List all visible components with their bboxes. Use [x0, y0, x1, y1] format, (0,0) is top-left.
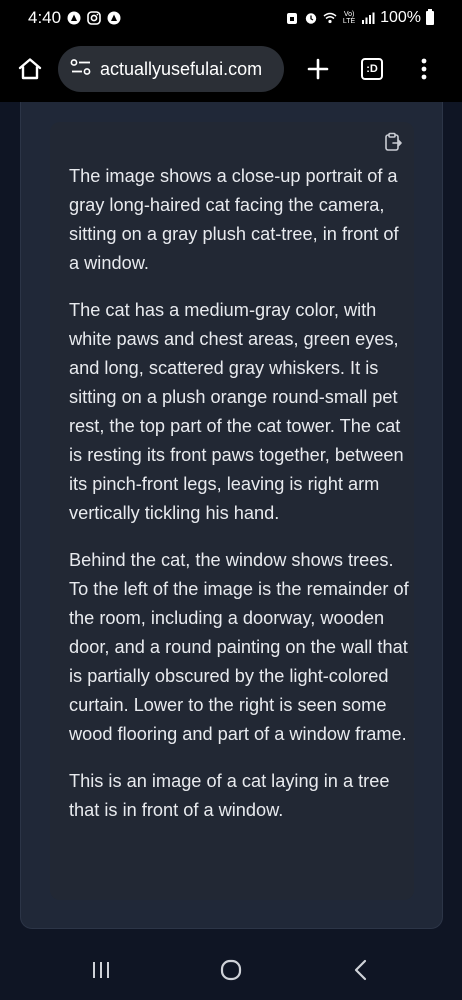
battery-percent: 100% — [380, 9, 421, 26]
new-tab-button[interactable] — [298, 49, 338, 89]
response-text: The image shows a close-up portrait of a… — [69, 162, 409, 843]
paragraph: Behind the cat, the window shows trees. … — [69, 550, 409, 744]
page-content: The image shows a close-up portrait of a… — [0, 102, 462, 944]
menu-icon — [420, 57, 428, 81]
system-nav-bar — [0, 944, 462, 1000]
overflow-menu-button[interactable] — [404, 49, 444, 89]
response-card: The image shows a close-up portrait of a… — [50, 122, 414, 900]
paragraph: The image shows a close-up portrait of a… — [69, 166, 399, 273]
paragraph: This is an image of a cat laying in a tr… — [69, 771, 390, 820]
copy-button[interactable] — [380, 131, 406, 157]
tab-switcher-icon: :D — [361, 58, 383, 80]
instagram-icon — [87, 11, 101, 25]
home-icon — [17, 56, 43, 82]
url-text: actuallyusefulai.com — [100, 58, 263, 79]
status-right: Vo) LTE 100% — [285, 9, 434, 27]
network-type-label: Vo) LTE — [342, 11, 356, 25]
wifi-icon — [323, 11, 337, 25]
browser-toolbar: actuallyusefulai.com :D — [0, 36, 462, 102]
site-settings-icon[interactable] — [70, 58, 92, 81]
status-bar: 4:40 Vo) LTE 100% — [0, 0, 462, 36]
back-button[interactable] — [341, 956, 381, 988]
home-button[interactable] — [10, 49, 50, 89]
vpn-lock-icon — [285, 11, 299, 25]
home-nav-button[interactable] — [211, 956, 251, 988]
signal-icon — [361, 11, 375, 25]
paragraph: The cat has a medium-gray color, with wh… — [69, 300, 404, 523]
home-nav-icon — [219, 958, 243, 987]
notification-app-icon-2 — [107, 11, 121, 25]
tab-switcher-button[interactable]: :D — [352, 49, 392, 89]
address-bar[interactable]: actuallyusefulai.com — [58, 46, 284, 92]
new-tab-icon — [306, 57, 330, 81]
battery-icon — [426, 9, 434, 25]
back-icon — [351, 959, 371, 986]
alarm-icon — [304, 11, 318, 25]
status-left: 4:40 — [28, 8, 121, 28]
clipboard-icon — [382, 131, 404, 158]
recent-apps-icon — [91, 960, 111, 985]
status-time: 4:40 — [28, 8, 62, 27]
recent-apps-button[interactable] — [81, 956, 121, 988]
notification-app-icon — [67, 11, 81, 25]
